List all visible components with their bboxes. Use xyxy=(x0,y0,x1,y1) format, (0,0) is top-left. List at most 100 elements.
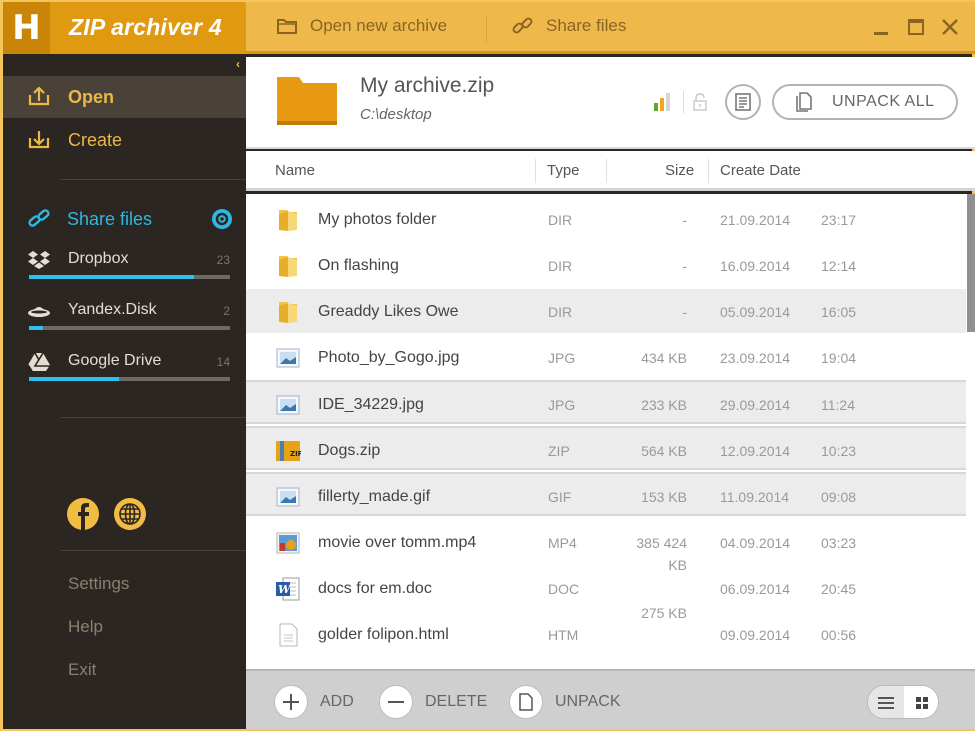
table-row[interactable]: fillerty_made.gif GIF 153 KB 11.09.2014 09:0… xyxy=(246,472,966,516)
file-name: docs for em.doc xyxy=(318,580,432,597)
facebook-icon[interactable] xyxy=(67,498,99,530)
cloud-progress-fill xyxy=(29,275,194,279)
archive-folder-icon xyxy=(277,77,337,125)
table-header: Name Type Size Create Date xyxy=(246,151,975,191)
file-size: - xyxy=(682,212,687,228)
archive-header: My archive.zip C:\desktop UNPACK ALL xyxy=(246,57,975,149)
folder-icon xyxy=(275,208,301,232)
file-size: 564 KB xyxy=(641,443,687,459)
app-logo: H xyxy=(3,2,50,54)
file-time: 19:04 xyxy=(821,350,857,366)
file-date: 11.09.2014 xyxy=(720,489,790,505)
table-row[interactable]: movie over tomm.mp4 MP4 385 424 KB 04.09.201… xyxy=(246,520,966,573)
yandex-disk-icon xyxy=(28,307,50,317)
settings-link[interactable]: Settings xyxy=(68,574,129,594)
archive-info-button[interactable] xyxy=(725,84,761,120)
info-document-icon xyxy=(735,93,751,111)
unpack-all-button[interactable]: UNPACK ALL xyxy=(772,84,958,120)
file-size: - xyxy=(682,304,687,320)
delete-label: DELETE xyxy=(425,693,488,710)
sidebar-item-create[interactable]: Create xyxy=(3,119,246,161)
app-title: ZIP archiver 4 xyxy=(69,14,222,40)
table-row[interactable]: IDE_34229.jpg JPG 233 KB 29.09.2014 11:24 xyxy=(246,380,966,424)
help-link[interactable]: Help xyxy=(68,617,103,637)
table-row[interactable]: Greaddy Likes Owe DIR - 05.09.2014 16:05 xyxy=(246,289,966,333)
table-row[interactable]: Photo_by_Gogo.jpg JPG 434 KB 23.09.2014 19:0… xyxy=(246,335,966,379)
column-header-size[interactable]: Size xyxy=(665,162,694,179)
close-icon[interactable] xyxy=(937,14,963,40)
delete-button[interactable]: DELETE xyxy=(379,685,487,719)
globe-icon[interactable] xyxy=(114,498,146,530)
unpack-button[interactable]: UNPACK xyxy=(509,685,621,719)
column-header-create-date[interactable]: Create Date xyxy=(720,162,801,179)
exit-link[interactable]: Exit xyxy=(68,660,96,680)
add-button[interactable]: ADD xyxy=(274,685,354,719)
header-separator xyxy=(683,91,684,113)
collapse-sidebar-button[interactable]: ‹ xyxy=(236,57,240,71)
file-size: 434 KB xyxy=(641,350,687,366)
column-separator[interactable] xyxy=(606,159,607,183)
file-date: 06.09.2014 xyxy=(720,581,791,597)
open-upload-icon xyxy=(28,87,50,106)
unpack-all-label: UNPACK ALL xyxy=(832,93,935,110)
file-name: golder folipon.html xyxy=(318,626,449,643)
table-row[interactable]: golder folipon.html HTM 275 KB 09.09.2014 00… xyxy=(246,605,966,656)
file-type: GIF xyxy=(548,489,572,505)
file-time: 11:24 xyxy=(821,397,855,413)
table-row[interactable]: On flashing DIR - 16.09.2014 12:14 xyxy=(246,243,966,287)
table-row[interactable]: Wdocs for em.doc DOC 06.09.2014 20:45 xyxy=(246,566,966,610)
zip-file-icon: ZIP xyxy=(275,439,303,463)
share-files-section[interactable]: Share files xyxy=(27,206,233,232)
sidebar: H ZIP archiver 4 ‹ Open Create Share fil… xyxy=(3,2,246,729)
gear-icon[interactable] xyxy=(211,208,233,230)
file-size: - xyxy=(682,258,687,274)
scrollbar-thumb[interactable] xyxy=(967,194,975,332)
table-row[interactable]: My photos folder DIR - 21.09.2014 23:17 xyxy=(246,197,966,241)
svg-text:ZIP: ZIP xyxy=(290,450,301,458)
list-view-button[interactable] xyxy=(868,686,904,718)
column-separator[interactable] xyxy=(708,159,709,183)
file-name: My photos folder xyxy=(318,211,437,228)
column-separator[interactable] xyxy=(535,159,536,183)
cloud-google-drive[interactable]: Google Drive 14 xyxy=(27,352,230,398)
file-name: IDE_34229.jpg xyxy=(318,396,424,413)
file-size: 275 KB xyxy=(641,605,687,621)
file-time: 09:08 xyxy=(821,489,857,505)
share-files-button[interactable]: Share files xyxy=(512,16,626,36)
cloud-name: Google Drive xyxy=(68,352,162,369)
cloud-progress xyxy=(29,275,230,279)
open-new-archive-button[interactable]: Open new archive xyxy=(276,16,447,36)
file-list: My photos folder DIR - 21.09.2014 23:17 On fl… xyxy=(246,194,975,669)
file-type: JPG xyxy=(548,350,576,366)
file-type: JPG xyxy=(548,397,576,413)
grid-view-button[interactable] xyxy=(904,686,938,718)
signal-strength-icon xyxy=(654,93,670,111)
view-toggle xyxy=(867,685,939,719)
list-view-icon xyxy=(878,697,894,709)
file-name: On flashing xyxy=(318,257,399,274)
file-type: HTM xyxy=(548,627,579,643)
lock-icon[interactable] xyxy=(693,93,707,111)
table-row[interactable]: ZIP Dogs.zip ZIP 564 KB 12.09.2014 10:23 xyxy=(246,426,966,470)
open-new-archive-label: Open new archive xyxy=(310,16,448,35)
file-time: 20:45 xyxy=(821,581,857,597)
column-header-type[interactable]: Type xyxy=(547,162,580,179)
share-files-label: Share files xyxy=(67,208,153,229)
file-size: 153 KB xyxy=(641,489,687,505)
sidebar-item-open[interactable]: Open xyxy=(3,76,246,118)
word-doc-icon: W xyxy=(275,577,301,601)
vertical-scrollbar[interactable] xyxy=(967,194,975,669)
file-date: 09.09.2014 xyxy=(720,627,791,643)
maximize-icon[interactable] xyxy=(903,14,929,40)
file-name: Greaddy Likes Owe xyxy=(318,303,459,320)
cloud-yandex-disk[interactable]: Yandex.Disk 2 xyxy=(27,301,230,347)
file-time: 03:23 xyxy=(821,535,857,551)
link-icon xyxy=(512,17,533,34)
cloud-dropbox[interactable]: Dropbox 23 xyxy=(27,250,230,296)
column-header-name[interactable]: Name xyxy=(275,162,315,179)
minimize-icon[interactable] xyxy=(868,14,894,40)
file-name: fillerty_made.gif xyxy=(318,488,431,505)
file-date: 21.09.2014 xyxy=(720,212,791,228)
image-file-icon xyxy=(275,485,301,509)
cloud-count: 14 xyxy=(216,355,230,369)
